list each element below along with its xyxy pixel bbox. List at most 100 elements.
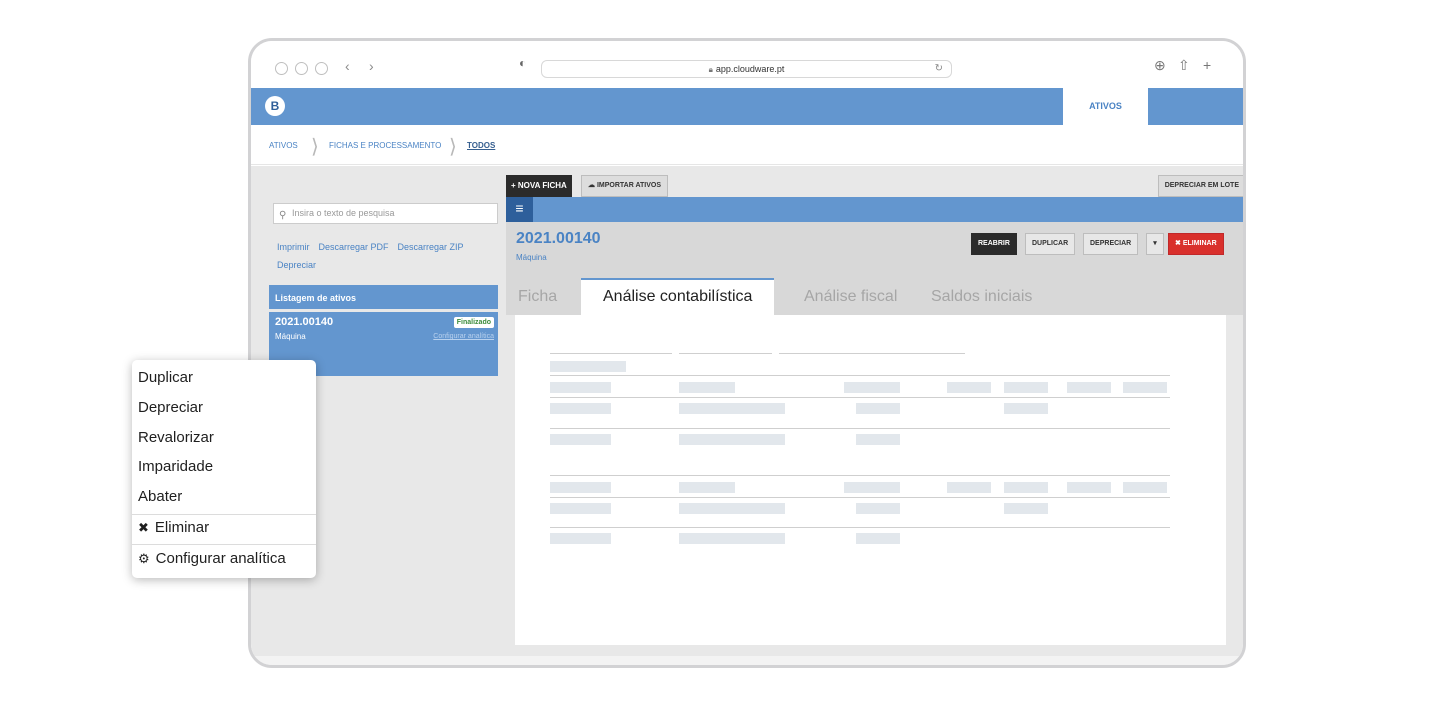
placeholder-box xyxy=(550,503,611,514)
placeholder-box xyxy=(844,482,900,493)
shield-icon[interactable]: ◐ xyxy=(519,56,526,70)
configure-analytics-link[interactable]: Configurar analítica xyxy=(433,333,494,340)
placeholder-box xyxy=(679,533,785,544)
reload-icon[interactable]: ↻ xyxy=(935,61,943,77)
breadcrumb-ativos[interactable]: ATIVOS xyxy=(269,141,298,150)
placeholder-box xyxy=(550,533,611,544)
record-header: 2021.00140 Máquina REABRIR DUPLICAR DEPR… xyxy=(506,222,1243,278)
close-icon: ✖ xyxy=(138,520,149,535)
batch-depreciate-button[interactable]: DEPRECIAR EM LOTE xyxy=(1157,175,1243,197)
placeholder-box xyxy=(1004,482,1048,493)
menu-item-revalorizar[interactable]: Revalorizar xyxy=(138,425,214,451)
record-menu-bar: ≡ xyxy=(506,197,1243,222)
new-tab-icon[interactable]: + xyxy=(1203,57,1211,73)
placeholder-line xyxy=(679,353,772,354)
placeholder-box xyxy=(844,382,900,393)
placeholder-box xyxy=(947,382,991,393)
placeholder-box xyxy=(550,382,611,393)
toolbar: + NOVA FICHA ☁︎ IMPORTAR ATIVOS DEPRECIA… xyxy=(506,175,1243,197)
placeholder-line xyxy=(779,353,965,354)
placeholder-box xyxy=(1067,482,1111,493)
gear-icon: ⚙ xyxy=(138,551,150,566)
status-strip xyxy=(251,656,1243,665)
search-input[interactable]: ⚲ Insira o texto de pesquisa xyxy=(273,203,498,224)
placeholder-line xyxy=(550,353,672,354)
address-bar[interactable]: 🔒︎ app.cloudware.pt ↻ xyxy=(541,60,952,78)
breadcrumb-fichas[interactable]: FICHAS E PROCESSAMENTO xyxy=(329,141,441,150)
delete-button[interactable]: ✖ ELIMINAR xyxy=(1168,233,1224,255)
reopen-button[interactable]: REABRIR xyxy=(971,233,1017,255)
lock-icon: 🔒︎ xyxy=(708,65,713,74)
list-title: Listagem de ativos xyxy=(269,285,498,309)
sidebar-links: Imprimir Descarregar PDF Descarregar ZIP D… xyxy=(277,238,507,274)
menu-item-eliminar-label: Eliminar xyxy=(154,519,210,536)
placeholder-box xyxy=(550,482,611,493)
placeholder-box xyxy=(550,434,611,445)
browser-window: ‹ › ◐ 🔒︎ app.cloudware.pt ↻ ⊕ ⇧ + B ATIVO… xyxy=(248,38,1246,668)
placeholder-box xyxy=(1123,482,1167,493)
browser-toolbar: ‹ › ◐ 🔒︎ app.cloudware.pt ↻ ⊕ ⇧ + xyxy=(251,41,1243,87)
tab-bar: Ficha Análise contabilística Análise fis… xyxy=(506,278,1243,315)
breadcrumb-todos[interactable]: TODOS xyxy=(467,141,495,150)
tab-analise-fiscal[interactable]: Análise fiscal xyxy=(804,278,897,315)
link-imprimir[interactable]: Imprimir xyxy=(277,242,310,252)
hamburger-menu-icon[interactable]: ≡ xyxy=(506,197,533,222)
new-record-button[interactable]: + NOVA FICHA xyxy=(506,175,572,197)
placeholder-line xyxy=(550,475,1170,476)
placeholder-box xyxy=(679,382,735,393)
window-maximize-button[interactable] xyxy=(315,62,328,75)
depreciate-button[interactable]: DEPRECIAR xyxy=(1083,233,1139,255)
context-menu: Duplicar Depreciar Revalorizar Imparidad… xyxy=(132,360,316,578)
url-text: app.cloudware.pt xyxy=(715,64,785,74)
menu-item-abater[interactable]: Abater xyxy=(138,484,182,510)
cloud-upload-icon: ☁︎ xyxy=(588,182,597,189)
close-icon: ✖ xyxy=(1175,240,1183,247)
placeholder-box xyxy=(679,503,785,514)
window-close-button[interactable] xyxy=(275,62,288,75)
placeholder-box xyxy=(679,434,785,445)
link-depreciar[interactable]: Depreciar xyxy=(277,260,316,270)
placeholder-box xyxy=(856,503,900,514)
menu-item-imparidade[interactable]: Imparidade xyxy=(138,454,213,480)
menu-item-duplicar[interactable]: Duplicar xyxy=(138,365,193,391)
app-logo-icon[interactable]: B xyxy=(265,96,285,116)
placeholder-box xyxy=(679,482,735,493)
tab-saldos-iniciais[interactable]: Saldos iniciais xyxy=(931,278,1032,315)
back-icon[interactable]: ‹ xyxy=(345,58,350,74)
menu-item-configurar-label: Configurar analítica xyxy=(155,550,286,567)
placeholder-box xyxy=(1067,382,1111,393)
placeholder-line xyxy=(550,375,1170,376)
tab-analise-contabilistica[interactable]: Análise contabilística xyxy=(581,278,775,315)
item-code: 2021.00140 xyxy=(275,316,334,328)
menu-item-depreciar[interactable]: Depreciar xyxy=(138,395,203,421)
app-top-bar: B ATIVOS xyxy=(251,88,1243,125)
menu-item-configurar-analitica[interactable]: ⚙ Configurar analítica xyxy=(138,546,286,572)
item-type: Máquina xyxy=(275,332,306,341)
placeholder-box xyxy=(856,434,900,445)
menu-item-eliminar[interactable]: ✖ Eliminar xyxy=(138,515,209,541)
import-assets-label: IMPORTAR ATIVOS xyxy=(596,182,661,189)
placeholder-box xyxy=(1004,503,1048,514)
record-type: Máquina xyxy=(516,253,547,262)
tab-panel-loading xyxy=(515,315,1226,645)
main-content: ⚲ Insira o texto de pesquisa Imprimir Des… xyxy=(251,166,1243,665)
menu-divider xyxy=(132,544,316,545)
status-badge: Finalizado xyxy=(453,317,494,328)
download-icon[interactable]: ⊕ xyxy=(1154,57,1166,74)
placeholder-box xyxy=(947,482,991,493)
placeholder-box xyxy=(856,403,900,414)
placeholder-box xyxy=(856,533,900,544)
link-descarregar-pdf[interactable]: Descarregar PDF xyxy=(319,242,389,252)
link-descarregar-zip[interactable]: Descarregar ZIP xyxy=(398,242,464,252)
chevron-down-icon[interactable]: ▾ xyxy=(1146,233,1164,255)
search-icon: ⚲ xyxy=(279,210,287,221)
window-minimize-button[interactable] xyxy=(295,62,308,75)
duplicate-button[interactable]: DUPLICAR xyxy=(1025,233,1076,255)
forward-icon[interactable]: › xyxy=(369,58,374,74)
top-tab-ativos[interactable]: ATIVOS xyxy=(1063,88,1148,125)
import-assets-button[interactable]: ☁︎ IMPORTAR ATIVOS xyxy=(581,175,668,197)
tab-ficha[interactable]: Ficha xyxy=(518,278,557,315)
share-icon[interactable]: ⇧ xyxy=(1178,57,1190,74)
placeholder-box xyxy=(550,361,626,372)
record-code: 2021.00140 xyxy=(516,230,601,247)
